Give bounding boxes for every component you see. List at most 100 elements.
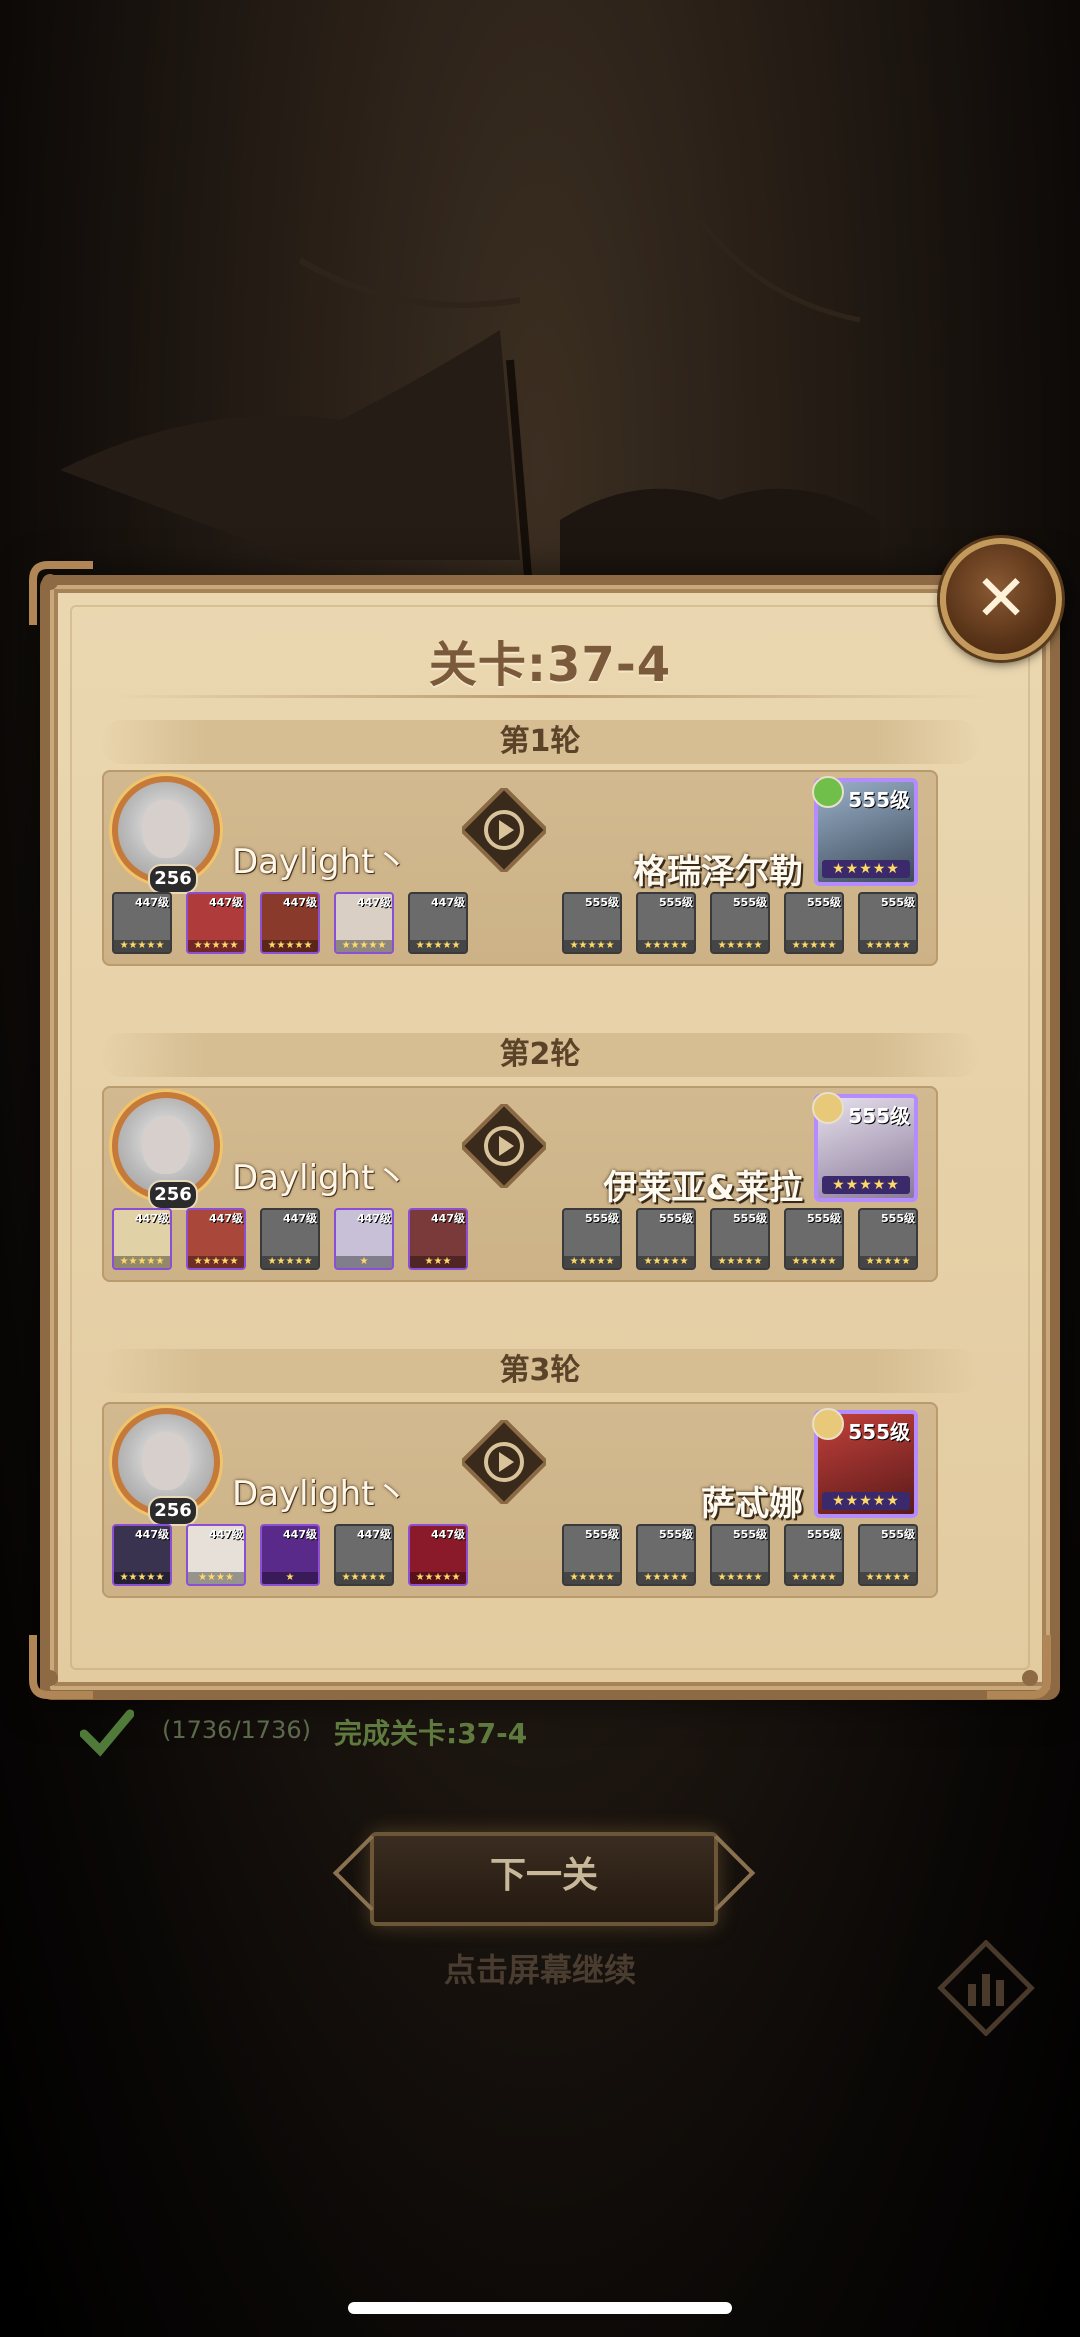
enemy-hero[interactable]: 555级 ★★★★★ [784, 1524, 844, 1586]
hero-stars: ★★★★★ [410, 940, 466, 952]
hero-stars: ★★★★★ [638, 1572, 694, 1584]
hero-level: 447级 [431, 1212, 465, 1225]
player-hero[interactable]: 447级 ★★★★★ [260, 1208, 320, 1270]
hero-level: 555级 [881, 1212, 915, 1225]
enemy-level: 555级 [848, 1104, 910, 1128]
enemy-hero[interactable]: 555级 ★★★★★ [784, 1208, 844, 1270]
player-hero[interactable]: 447级 ★ [334, 1208, 394, 1270]
player-name: Daylight丶 [232, 1158, 409, 1198]
enemy-hero[interactable]: 555级 ★★★★★ [562, 892, 622, 954]
hero-stars: ★★★★★ [712, 1572, 768, 1584]
hero-stars: ★ [262, 1572, 318, 1584]
hero-stars: ★★★★★ [336, 940, 392, 952]
close-button[interactable]: ✕ [940, 538, 1062, 660]
player-hero-row: 447级 ★★★★★ 447级 ★★★★★ 447级 ★★★★★ 447级 ★ 447级… [112, 1208, 468, 1270]
hero-level: 555级 [881, 896, 915, 909]
player-hero[interactable]: 447级 ★★★★★ [112, 892, 172, 954]
enemy-level: 555级 [848, 1420, 910, 1444]
enemy-name: 格瑞泽尔勒 [633, 852, 803, 892]
player-hero[interactable]: 447级 ★★★★★ [112, 1524, 172, 1586]
player-avatar: 256 [112, 1092, 220, 1210]
player-hero[interactable]: 447级 ★★★★★ [260, 892, 320, 954]
stage-title: 关卡:37-4 [428, 637, 672, 693]
player-hero[interactable]: 447级 ★★★★★ [334, 892, 394, 954]
player-hero[interactable]: 447级 ★★★★★ [408, 1524, 468, 1586]
hero-stars: ★★★★★ [188, 1256, 244, 1268]
hero-level: 447级 [283, 896, 317, 909]
player-hero[interactable]: 447级 ★★★★★ [186, 892, 246, 954]
replay-play-button[interactable] [462, 1104, 546, 1188]
close-icon: ✕ [974, 562, 1028, 636]
stats-icon [968, 1974, 1004, 2006]
player-hero[interactable]: 447级 ★★★★★ [186, 1208, 246, 1270]
complete-stage-text: 完成关卡:37-4 [334, 1717, 528, 1750]
hero-level: 447级 [357, 896, 391, 909]
stats-button[interactable] [932, 1940, 1040, 2036]
hero-stars: ★★★★★ [786, 1572, 842, 1584]
hero-level: 447级 [209, 1212, 243, 1225]
enemy-hero[interactable]: 555级 ★★★★★ [710, 1208, 770, 1270]
hero-stars: ★★★★★ [860, 1256, 916, 1268]
hero-stars: ★★★★★ [638, 1256, 694, 1268]
enemy-hero[interactable]: 555级 ★★★★★ [636, 1208, 696, 1270]
hero-level: 555级 [807, 896, 841, 909]
enemy-hero[interactable]: 555级 ★★★★★ [636, 892, 696, 954]
player-hero[interactable]: 447级 ★★★★★ [112, 1208, 172, 1270]
hero-level: 447级 [135, 1212, 169, 1225]
player-hero[interactable]: 447级 ★★★ [408, 1208, 468, 1270]
enemy-hero[interactable]: 555级 ★★★★★ [858, 892, 918, 954]
hero-level: 555级 [733, 1528, 767, 1541]
player-hero[interactable]: 447级 ★ [260, 1524, 320, 1586]
hero-level: 555级 [659, 1212, 693, 1225]
round-card-2: 256 Daylight丶 伊莱亚&莱拉 555级 ★★★★★ 447级 ★★★★… [102, 1086, 938, 1282]
progress-count: (1736/1736) [162, 1716, 311, 1744]
home-indicator [348, 2302, 732, 2314]
hero-level: 555级 [659, 1528, 693, 1541]
round-card-3: 256 Daylight丶 萨忒娜 555级 ★★★★★ 447级 ★★★★★ 4… [102, 1402, 938, 1598]
enemy-hero[interactable]: 555级 ★★★★★ [562, 1524, 622, 1586]
hero-stars: ★★★★★ [786, 1256, 842, 1268]
faction-icon [812, 1408, 844, 1440]
enemy-hero[interactable]: 555级 ★★★★★ [858, 1524, 918, 1586]
enemy-hero-row: 555级 ★★★★★ 555级 ★★★★★ 555级 ★★★★★ 555级 ★★★★★ … [562, 1208, 918, 1270]
enemy-portrait: 555级 ★★★★★ [812, 1092, 918, 1202]
faction-icon [812, 1092, 844, 1124]
hero-level: 555级 [659, 896, 693, 909]
replay-play-button[interactable] [462, 788, 546, 872]
enemy-hero[interactable]: 555级 ★★★★★ [710, 892, 770, 954]
enemy-hero[interactable]: 555级 ★★★★★ [710, 1524, 770, 1586]
hero-level: 447级 [209, 1528, 243, 1541]
hero-stars: ★★★★ [188, 1572, 244, 1584]
enemy-hero[interactable]: 555级 ★★★★★ [858, 1208, 918, 1270]
enemy-hero[interactable]: 555级 ★★★★★ [636, 1524, 696, 1586]
avatar-face [142, 1116, 190, 1174]
hero-stars: ★★★★★ [786, 940, 842, 952]
hero-level: 447级 [357, 1212, 391, 1225]
enemy-hero[interactable]: 555级 ★★★★★ [784, 892, 844, 954]
next-stage-button[interactable]: 下一关 [370, 1832, 718, 1926]
faction-icon [812, 776, 844, 808]
replay-play-button[interactable] [462, 1420, 546, 1504]
player-hero-row: 447级 ★★★★★ 447级 ★★★★ 447级 ★ 447级 ★★★★★ 447级 ★… [112, 1524, 468, 1586]
hero-level: 447级 [135, 1528, 169, 1541]
player-hero[interactable]: 447级 ★★★★★ [408, 892, 468, 954]
player-level-badge: 256 [148, 1180, 198, 1210]
player-hero[interactable]: 447级 ★★★★★ [334, 1524, 394, 1586]
hero-stars: ★★★★★ [114, 1572, 170, 1584]
hero-level: 555级 [585, 1528, 619, 1541]
hero-stars: ★★★★★ [262, 940, 318, 952]
enemy-stars: ★★★★★ [822, 860, 910, 878]
enemy-hero[interactable]: 555级 ★★★★★ [562, 1208, 622, 1270]
enemy-portrait: 555级 ★★★★★ [812, 1408, 918, 1518]
avatar-face [142, 1432, 190, 1490]
hero-level: 447级 [209, 896, 243, 909]
hero-stars: ★★★ [410, 1256, 466, 1268]
player-hero[interactable]: 447级 ★★★★ [186, 1524, 246, 1586]
hero-level: 555级 [585, 1212, 619, 1225]
avatar-face [142, 800, 190, 858]
hero-stars: ★★★★★ [114, 940, 170, 952]
hero-level: 555级 [733, 896, 767, 909]
enemy-portrait: 555级 ★★★★★ [812, 776, 918, 886]
hero-stars: ★★★★★ [638, 940, 694, 952]
hero-level: 447级 [283, 1212, 317, 1225]
